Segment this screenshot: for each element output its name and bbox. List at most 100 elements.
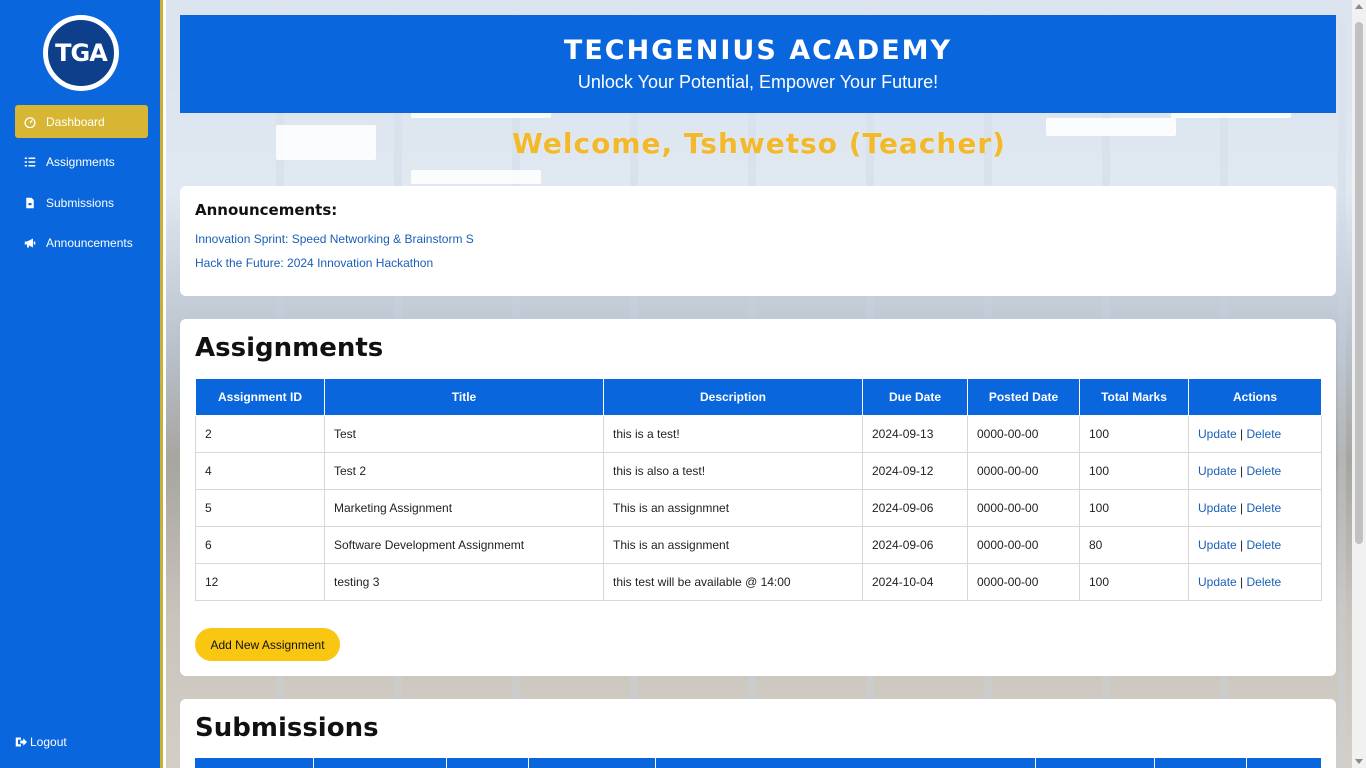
sidebar-item-dashboard[interactable]: Dashboard [15, 105, 148, 138]
sidebar: TGA Dashboard Assignments Submissions An… [0, 0, 163, 768]
assignments-card: Assignments Assignment ID Title Descript… [180, 319, 1336, 676]
update-link[interactable]: Update [1198, 538, 1237, 552]
column-header: Description [603, 378, 863, 416]
cell-due-date: 2024-09-12 [862, 452, 968, 490]
cell-posted-date: 0000-00-00 [967, 526, 1080, 564]
table-row: 2 Test this is a test! 2024-09-13 0000-0… [195, 415, 1322, 453]
column-header: Posted Date [967, 378, 1080, 416]
cell-description: this is also a test! [603, 452, 863, 490]
delete-link[interactable]: Delete [1247, 427, 1282, 441]
sidebar-item-label: Submissions [46, 195, 115, 210]
delete-link[interactable]: Delete [1247, 575, 1282, 589]
submissions-card: Submissions [180, 699, 1336, 768]
action-separator: | [1240, 464, 1244, 478]
gauge-icon [23, 115, 37, 129]
sidebar-item-label: Dashboard [46, 114, 105, 129]
cell-posted-date: 0000-00-00 [967, 489, 1080, 527]
main-content: TECHGENIUS ACADEMY Unlock Your Potential… [166, 0, 1352, 768]
logout-button[interactable]: Logout [15, 735, 67, 749]
cell-description: This is an assignmnet [603, 489, 863, 527]
column-header: Assignment ID [195, 378, 325, 416]
table-row: 5 Marketing Assignment This is an assign… [195, 489, 1322, 527]
delete-link[interactable]: Delete [1247, 538, 1282, 552]
announcement-link[interactable]: Innovation Sprint: Speed Networking & Br… [195, 232, 1321, 246]
submissions-table-header [195, 758, 1321, 768]
column-header: Actions [1188, 378, 1322, 416]
column-header: Due Date [862, 378, 968, 416]
action-separator: | [1240, 501, 1244, 515]
column-header: Total Marks [1079, 378, 1189, 416]
assignments-table: Assignment ID Title Description Due Date… [195, 378, 1322, 601]
cell-description: this is a test! [603, 415, 863, 453]
submissions-title: Submissions [195, 713, 379, 743]
cell-title: Marketing Assignment [324, 489, 604, 527]
column-header: Title [324, 378, 604, 416]
cell-title: Test [324, 415, 604, 453]
cell-due-date: 2024-09-06 [862, 489, 968, 527]
cell-posted-date: 0000-00-00 [967, 415, 1080, 453]
cell-actions: Update | Delete [1188, 489, 1322, 527]
cell-description: this test will be available @ 14:00 [603, 563, 863, 601]
action-separator: | [1240, 427, 1244, 441]
cell-id: 6 [195, 526, 325, 564]
tga-logo[interactable]: TGA [43, 15, 119, 91]
cell-title: Test 2 [324, 452, 604, 490]
action-separator: | [1240, 538, 1244, 552]
logo-text: TGA [46, 18, 116, 88]
logout-icon [15, 737, 27, 747]
sidebar-item-label: Assignments [46, 154, 115, 169]
add-new-assignment-button[interactable]: Add New Assignment [195, 628, 340, 661]
cell-title: testing 3 [324, 563, 604, 601]
page-scrollbar[interactable] [1352, 0, 1366, 768]
cell-total-marks: 100 [1079, 415, 1189, 453]
cell-posted-date: 0000-00-00 [967, 563, 1080, 601]
cell-id: 12 [195, 563, 325, 601]
sidebar-item-label: Announcements [46, 235, 133, 250]
cell-total-marks: 100 [1079, 563, 1189, 601]
action-separator: | [1240, 575, 1244, 589]
cell-actions: Update | Delete [1188, 452, 1322, 490]
cell-total-marks: 100 [1079, 489, 1189, 527]
sidebar-item-announcements[interactable]: Announcements [15, 226, 148, 259]
file-icon [23, 196, 37, 210]
cell-title: Software Development Assignmemt [324, 526, 604, 564]
academy-tagline: Unlock Your Potential, Empower Your Futu… [577, 72, 939, 92]
welcome-heading: Welcome, Tshwetso (Teacher) [512, 127, 1006, 160]
table-row: 4 Test 2 this is also a test! 2024-09-12… [195, 452, 1322, 490]
update-link[interactable]: Update [1198, 575, 1237, 589]
update-link[interactable]: Update [1198, 464, 1237, 478]
announcement-link[interactable]: Hack the Future: 2024 Innovation Hackath… [195, 256, 1321, 270]
megaphone-icon [23, 236, 37, 250]
academy-title: TECHGENIUS ACADEMY [563, 35, 953, 66]
cell-actions: Update | Delete [1188, 563, 1322, 601]
cell-posted-date: 0000-00-00 [967, 452, 1080, 490]
cell-due-date: 2024-10-04 [862, 563, 968, 601]
cell-actions: Update | Delete [1188, 526, 1322, 564]
cell-description: This is an assignment [603, 526, 863, 564]
logout-label: Logout [30, 735, 67, 749]
cell-actions: Update | Delete [1188, 415, 1322, 453]
delete-link[interactable]: Delete [1247, 464, 1282, 478]
sidebar-item-assignments[interactable]: Assignments [15, 145, 148, 178]
announcements-title: Announcements: [195, 201, 338, 219]
cell-due-date: 2024-09-13 [862, 415, 968, 453]
cell-total-marks: 80 [1079, 526, 1189, 564]
header-banner: TECHGENIUS ACADEMY Unlock Your Potential… [180, 15, 1336, 113]
announcements-card: Announcements: Innovation Sprint: Speed … [180, 186, 1336, 296]
assignments-title: Assignments [195, 333, 384, 363]
cell-id: 4 [195, 452, 325, 490]
scroll-down-arrow-icon[interactable] [1355, 759, 1363, 764]
update-link[interactable]: Update [1198, 501, 1237, 515]
sidebar-item-submissions[interactable]: Submissions [15, 186, 148, 219]
table-row: 6 Software Development Assignmemt This i… [195, 526, 1322, 564]
table-header-row: Assignment ID Title Description Due Date… [195, 378, 1322, 416]
cell-id: 2 [195, 415, 325, 453]
cell-due-date: 2024-09-06 [862, 526, 968, 564]
scroll-up-arrow-icon[interactable] [1355, 4, 1363, 9]
cell-total-marks: 100 [1079, 452, 1189, 490]
update-link[interactable]: Update [1198, 427, 1237, 441]
table-row: 12 testing 3 this test will be available… [195, 563, 1322, 601]
list-icon [23, 155, 37, 169]
scrollbar-thumb[interactable] [1355, 22, 1363, 544]
delete-link[interactable]: Delete [1247, 501, 1282, 515]
